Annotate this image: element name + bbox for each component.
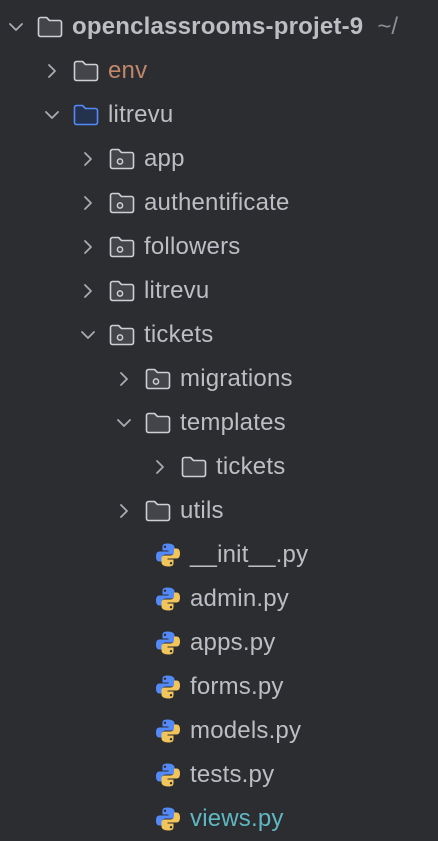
chevron-down-icon[interactable] [6, 17, 26, 37]
package-folder-icon [108, 278, 136, 304]
folder-icon [72, 58, 100, 84]
tree-file-item[interactable]: forms.py [154, 665, 438, 709]
tree-item-label: __init__.py [190, 541, 309, 568]
tree-file-item[interactable]: __init__.py [154, 533, 438, 577]
tree-item-label: followers [144, 233, 241, 260]
chevron-down-icon[interactable] [42, 105, 62, 125]
tree-folder-item[interactable]: litrevu [42, 93, 438, 137]
tree-file-item[interactable]: views.py [154, 797, 438, 841]
python-file-icon [154, 630, 182, 656]
package-folder-icon [108, 146, 136, 172]
tree-item-label: views.py [190, 805, 284, 832]
tree-folder-item[interactable]: tickets [78, 313, 438, 357]
chevron-down-icon[interactable] [114, 413, 134, 433]
tree-item-label: models.py [190, 717, 302, 744]
project-path-hint: ~/ [377, 13, 399, 40]
python-file-icon [154, 806, 182, 832]
folder-icon [144, 498, 172, 524]
tree-item-label: tickets [144, 321, 214, 348]
folder-icon [36, 14, 64, 40]
chevron-right-icon[interactable] [42, 61, 62, 81]
tree-item-label: forms.py [190, 673, 284, 700]
python-file-icon [154, 718, 182, 744]
tree-item-label: litrevu [108, 101, 174, 128]
tree-folder-item[interactable]: tickets [150, 445, 438, 489]
tree-item-label: templates [180, 409, 286, 436]
package-folder-icon [108, 190, 136, 216]
tree-item-label: openclassrooms-projet-9 [72, 13, 364, 40]
tree-item-label: env [108, 57, 148, 84]
tree-item-label: apps.py [190, 629, 276, 656]
tree-folder-item[interactable]: followers [78, 225, 438, 269]
python-file-icon [154, 542, 182, 568]
chevron-right-icon[interactable] [114, 369, 134, 389]
tree-folder-item[interactable]: app [78, 137, 438, 181]
tree-item-label: utils [180, 497, 224, 524]
tree-item-label: migrations [180, 365, 293, 392]
package-folder-icon [144, 366, 172, 392]
tree-file-item[interactable]: tests.py [154, 753, 438, 797]
tree-item-label: authentificate [144, 189, 290, 216]
python-file-icon [154, 762, 182, 788]
source-folder-icon [72, 102, 100, 128]
tree-file-item[interactable]: apps.py [154, 621, 438, 665]
chevron-right-icon[interactable] [78, 193, 98, 213]
package-folder-icon [108, 322, 136, 348]
chevron-right-icon[interactable] [150, 457, 170, 477]
tree-folder-item[interactable]: openclassrooms-projet-9 ~/ [6, 5, 438, 49]
chevron-right-icon[interactable] [114, 501, 134, 521]
package-folder-icon [108, 234, 136, 260]
folder-icon [144, 410, 172, 436]
python-file-icon [154, 674, 182, 700]
tree-item-label: tickets [216, 453, 286, 480]
tree-folder-item[interactable]: templates [114, 401, 438, 445]
chevron-right-icon[interactable] [78, 281, 98, 301]
chevron-right-icon[interactable] [78, 237, 98, 257]
tree-item-label: app [144, 145, 185, 172]
tree-folder-item[interactable]: utils [114, 489, 438, 533]
tree-item-label: admin.py [190, 585, 289, 612]
chevron-right-icon[interactable] [78, 149, 98, 169]
tree-item-label: tests.py [190, 761, 275, 788]
tree-file-item[interactable]: models.py [154, 709, 438, 753]
tree-folder-item[interactable]: env [42, 49, 438, 93]
tree-file-item[interactable]: admin.py [154, 577, 438, 621]
tree-item-label: litrevu [144, 277, 210, 304]
tree-folder-item[interactable]: litrevu [78, 269, 438, 313]
chevron-down-icon[interactable] [78, 325, 98, 345]
tree-folder-item[interactable]: migrations [114, 357, 438, 401]
folder-icon [180, 454, 208, 480]
python-file-icon [154, 586, 182, 612]
tree-folder-item[interactable]: authentificate [78, 181, 438, 225]
